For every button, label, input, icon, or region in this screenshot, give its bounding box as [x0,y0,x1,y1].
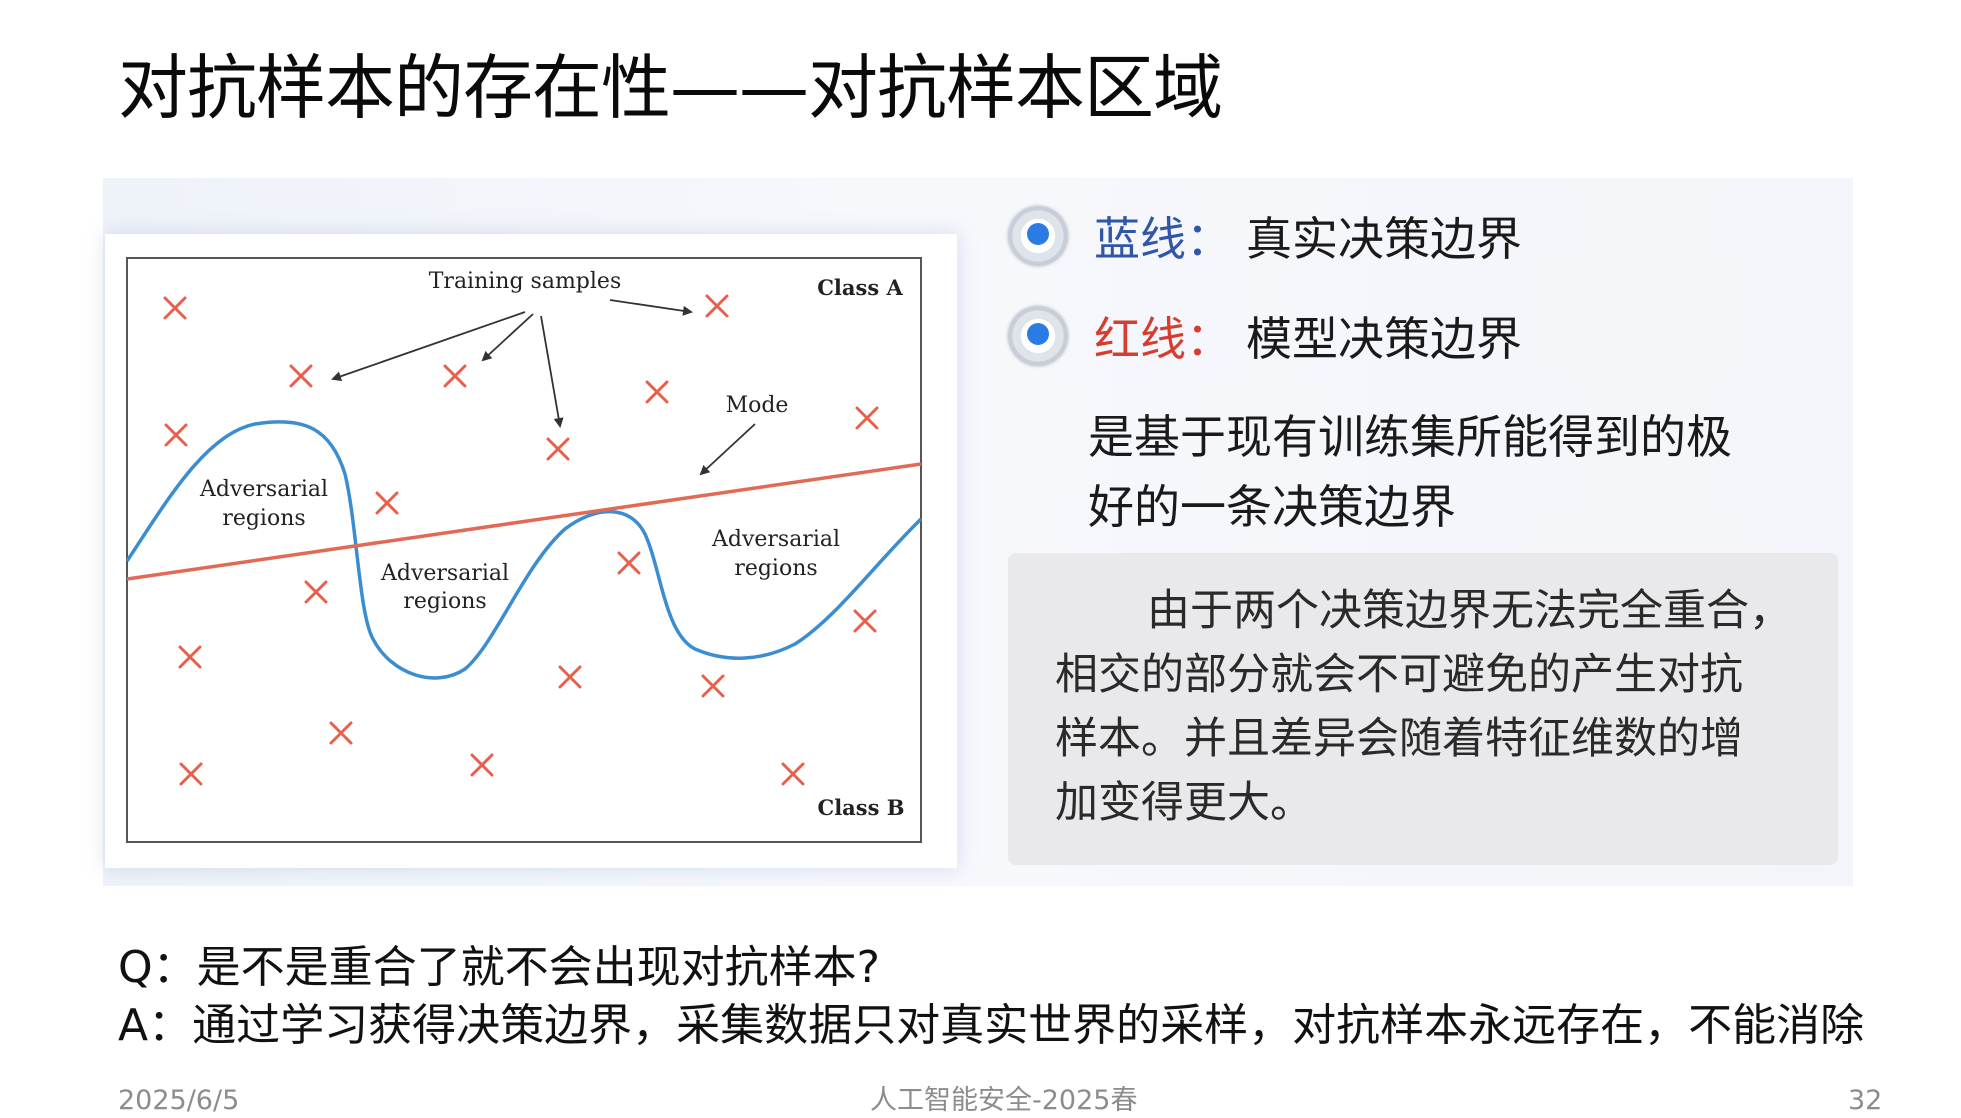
footer-date: 2025/6/5 [118,1085,240,1116]
adversarial-region-label: Adversarial [199,477,328,502]
adversarial-region-label: regions [403,589,486,614]
radio-bullet-icon [1008,306,1068,366]
footer-page-number: 32 [1848,1085,1883,1116]
adversarial-region-label: Adversarial [711,527,840,552]
answer-text: A：通过学习获得决策边界，采集数据只对真实世界的采样，对抗样本永远存在，不能消除 [118,1000,1865,1051]
class-b-label: Class B [817,795,904,820]
bullet-value: 模型决策边界 [1246,312,1522,366]
bullet-key: 蓝线： [1094,212,1232,266]
training-samples-label: Training samples [429,269,622,294]
note-line: 加变得更大。 [1055,778,1313,828]
bullet-red-line: 红线： 模型决策边界 [1008,298,1522,374]
note-line: 相交的部分就会不可避免的产生对抗 [1055,650,1743,700]
question-text: Q：是不是重合了就不会出现对抗样本? [118,942,880,993]
note-line: 由于两个决策边界无法完全重合， [1147,586,1792,636]
footer-course: 人工智能安全-2025春 [870,1085,1138,1116]
radio-bullet-icon [1008,206,1068,266]
class-a-label: Class A [817,275,903,300]
bullet-key: 红线： [1094,312,1232,366]
bullet-value: 真实决策边界 [1246,212,1522,266]
red-line-description: 是基于现有训练集所能得到的极 好的一条决策边界 [1088,402,1808,542]
adversarial-region-label: regions [734,556,817,581]
note-line: 样本。并且差异会随着特征维数的增 [1055,714,1743,764]
slide-title: 对抗样本的存在性——对抗样本区域 [118,47,1223,129]
description-line: 是基于现有训练集所能得到的极 [1088,410,1732,464]
note-text: 由于两个决策边界无法完全重合， 相交的部分就会不可避免的产生对抗 样本。并且差异… [1055,579,1825,835]
mode-label: Mode [726,393,789,418]
adversarial-regions-figure: Training samples Class A Class B Mode Ad… [125,257,923,843]
adversarial-region-label: Adversarial [380,561,509,586]
adversarial-region-label: regions [222,506,305,531]
bullet-blue-line: 蓝线： 真实决策边界 [1008,198,1522,274]
description-line: 好的一条决策边界 [1088,480,1456,534]
